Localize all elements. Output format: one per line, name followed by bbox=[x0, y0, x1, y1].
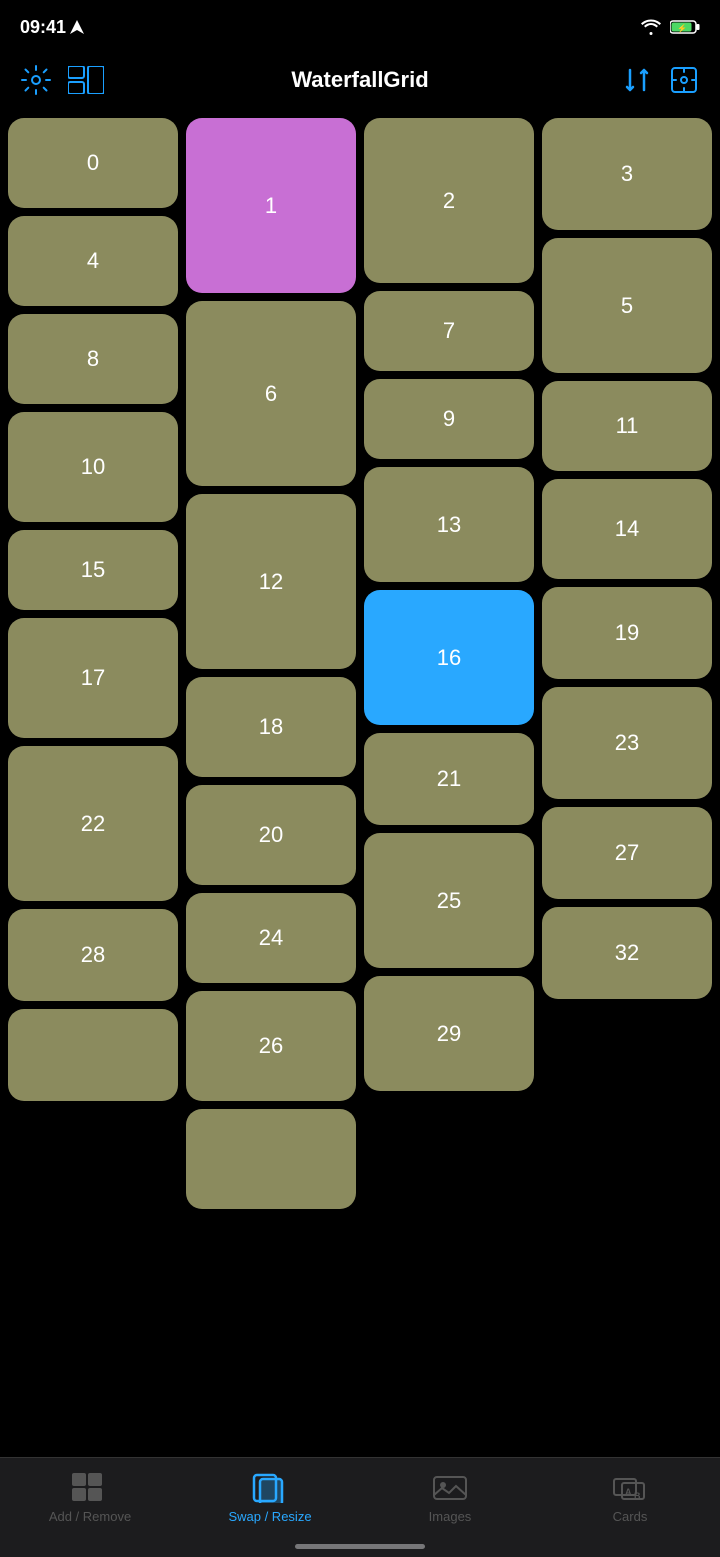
card-10[interactable]: 10 bbox=[8, 412, 178, 522]
grid-container: 0 4 8 10 15 17 22 28 1 6 12 18 20 24 26 … bbox=[0, 110, 720, 1430]
home-indicator bbox=[295, 1544, 425, 1549]
card-5[interactable]: 5 bbox=[542, 238, 712, 373]
card-32[interactable]: 32 bbox=[542, 907, 712, 999]
nav-title: WaterfallGrid bbox=[291, 67, 428, 93]
status-icons: ⚡ bbox=[640, 19, 700, 35]
nav-left bbox=[20, 64, 104, 96]
card-21[interactable]: 21 bbox=[364, 733, 534, 825]
grid-column-0: 0 4 8 10 15 17 22 28 bbox=[8, 118, 178, 1422]
card-0[interactable]: 0 bbox=[8, 118, 178, 208]
wifi-icon bbox=[640, 19, 662, 35]
grid-column-1: 1 6 12 18 20 24 26 bbox=[186, 118, 356, 1422]
svg-text:A: A bbox=[625, 1487, 632, 1497]
card-col0-partial[interactable] bbox=[8, 1009, 178, 1101]
nav-bar: WaterfallGrid bbox=[0, 50, 720, 110]
status-time: 09:41 bbox=[20, 17, 84, 38]
card-28[interactable]: 28 bbox=[8, 909, 178, 1001]
card-16[interactable]: 16 bbox=[364, 590, 534, 725]
card-12[interactable]: 12 bbox=[186, 494, 356, 669]
tab-images-label: Images bbox=[429, 1509, 472, 1524]
card-22[interactable]: 22 bbox=[8, 746, 178, 901]
gear-icon[interactable] bbox=[20, 64, 52, 96]
layout-icon[interactable] bbox=[68, 66, 104, 94]
card-4[interactable]: 4 bbox=[8, 216, 178, 306]
tab-add-remove[interactable]: Add / Remove bbox=[0, 1473, 180, 1524]
location-icon bbox=[70, 20, 84, 34]
card-8[interactable]: 8 bbox=[8, 314, 178, 404]
card-15[interactable]: 15 bbox=[8, 530, 178, 610]
card-20[interactable]: 20 bbox=[186, 785, 356, 885]
tab-swap-resize-label: Swap / Resize bbox=[228, 1509, 311, 1524]
card-3[interactable]: 3 bbox=[542, 118, 712, 230]
card-col1-partial[interactable] bbox=[186, 1109, 356, 1209]
svg-text:B: B bbox=[634, 1491, 641, 1501]
card-14[interactable]: 14 bbox=[542, 479, 712, 579]
time-display: 09:41 bbox=[20, 17, 66, 38]
tab-swap-resize[interactable]: Swap / Resize bbox=[180, 1473, 360, 1524]
nav-right bbox=[622, 64, 700, 96]
battery-icon: ⚡ bbox=[670, 19, 700, 35]
svg-text:⚡: ⚡ bbox=[677, 23, 687, 33]
card-24[interactable]: 24 bbox=[186, 893, 356, 983]
tab-bar: Add / Remove Swap / Resize Images A B Ca… bbox=[0, 1457, 720, 1557]
card-13[interactable]: 13 bbox=[364, 467, 534, 582]
card-7[interactable]: 7 bbox=[364, 291, 534, 371]
card-6[interactable]: 6 bbox=[186, 301, 356, 486]
card-19[interactable]: 19 bbox=[542, 587, 712, 679]
grid-column-3: 3 5 11 14 19 23 27 32 bbox=[542, 118, 712, 1422]
grid-column-2: 2 7 9 13 16 21 25 29 bbox=[364, 118, 534, 1422]
card-23[interactable]: 23 bbox=[542, 687, 712, 799]
swap-resize-icon bbox=[252, 1473, 288, 1503]
tab-cards-label: Cards bbox=[613, 1509, 648, 1524]
card-27[interactable]: 27 bbox=[542, 807, 712, 899]
card-18[interactable]: 18 bbox=[186, 677, 356, 777]
card-17[interactable]: 17 bbox=[8, 618, 178, 738]
resize-icon[interactable] bbox=[668, 64, 700, 96]
card-29[interactable]: 29 bbox=[364, 976, 534, 1091]
sort-icon[interactable] bbox=[622, 65, 652, 95]
card-26[interactable]: 26 bbox=[186, 991, 356, 1101]
tab-add-remove-label: Add / Remove bbox=[49, 1509, 131, 1524]
card-25[interactable]: 25 bbox=[364, 833, 534, 968]
card-2[interactable]: 2 bbox=[364, 118, 534, 283]
card-1[interactable]: 1 bbox=[186, 118, 356, 293]
cards-icon: A B bbox=[612, 1473, 648, 1503]
tab-images[interactable]: Images bbox=[360, 1473, 540, 1524]
status-bar: 09:41 ⚡ bbox=[0, 0, 720, 50]
card-9[interactable]: 9 bbox=[364, 379, 534, 459]
images-icon bbox=[432, 1473, 468, 1503]
card-11[interactable]: 11 bbox=[542, 381, 712, 471]
tab-cards[interactable]: A B Cards bbox=[540, 1473, 720, 1524]
add-remove-icon bbox=[72, 1473, 108, 1503]
